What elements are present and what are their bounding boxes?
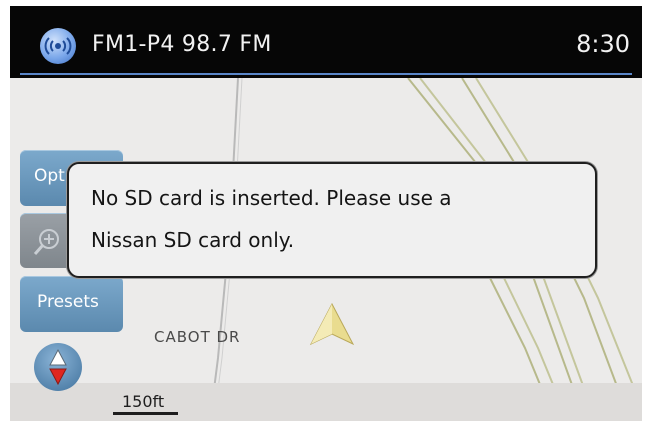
- compass-button[interactable]: [34, 343, 82, 391]
- alert-message-line-2: Nissan SD card only.: [91, 228, 295, 252]
- sd-card-alert-dialog[interactable]: No SD card is inserted. Please use a Nis…: [67, 162, 597, 278]
- header-bar: FM1-P4 98.7 FM 8:30: [10, 6, 642, 78]
- map-scale-label: 150ft: [122, 392, 165, 411]
- vehicle-position-icon: [309, 302, 355, 346]
- street-label: CABOT DR: [154, 328, 241, 346]
- map-scale-bar: [113, 412, 178, 415]
- clock: 8:30: [576, 30, 630, 58]
- scale-strip: [10, 383, 642, 421]
- radio-icon[interactable]: [40, 28, 76, 64]
- radio-station: FM1-P4 98.7 FM: [92, 32, 272, 57]
- zoom-in-icon: [33, 229, 59, 255]
- nav-screen: FM1-P4 98.7 FM 8:30 Opt Presets CABOT DR…: [10, 6, 642, 421]
- alert-message-line-1: No SD card is inserted. Please use a: [91, 186, 452, 210]
- presets-label: Presets: [37, 292, 99, 312]
- compass-icon: [49, 348, 67, 386]
- header-divider: [20, 73, 632, 75]
- presets-button[interactable]: Presets: [20, 276, 123, 332]
- options-label: Opt: [34, 166, 65, 186]
